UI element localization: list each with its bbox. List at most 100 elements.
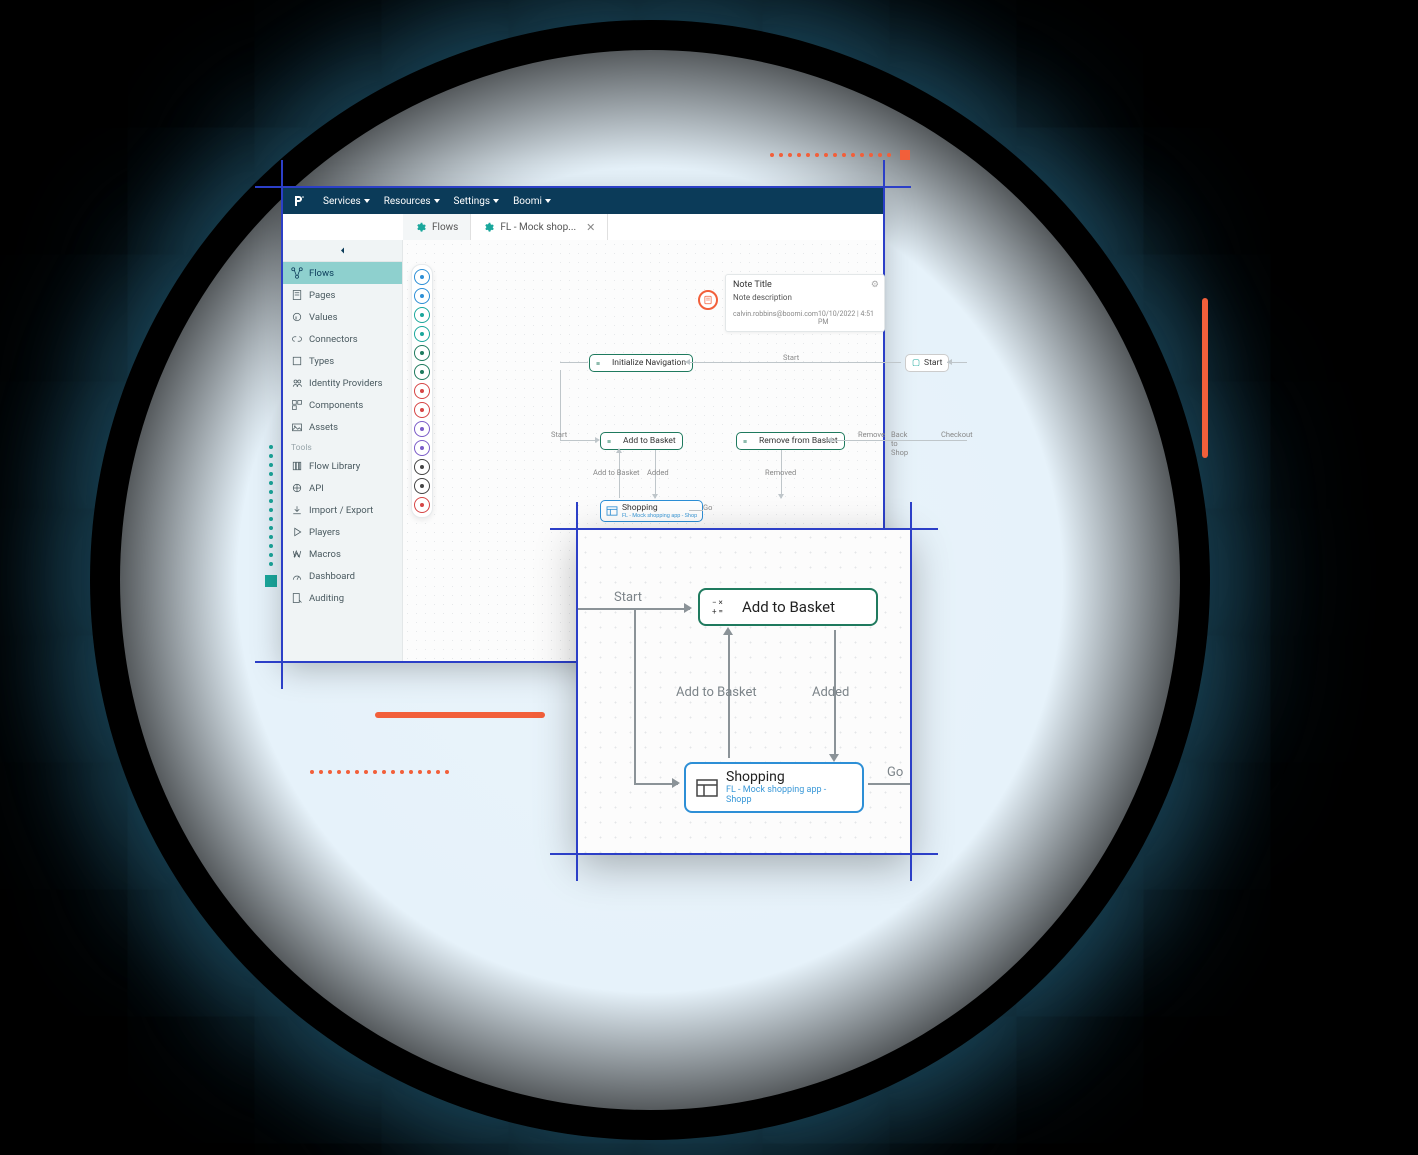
flows-icon xyxy=(291,267,303,279)
edge-label: Start xyxy=(783,353,799,362)
palette-shape-button[interactable] xyxy=(414,383,430,399)
palette-shape-button[interactable] xyxy=(414,459,430,475)
sidebar-item-api[interactable]: API xyxy=(283,477,402,499)
note-title: Note Title xyxy=(733,280,877,290)
node-label: Add to Basket xyxy=(623,436,676,446)
palette-shape-button[interactable] xyxy=(414,307,430,323)
auditing-icon xyxy=(291,592,303,604)
palette-shape-button[interactable] xyxy=(414,345,430,361)
sidebar: Flows Pages x Values Connectors Types Identity… xyxy=(283,240,403,661)
node-start[interactable]: ▢ Start xyxy=(905,354,949,372)
node-initialize-navigation[interactable]: ≡ Initialize Navigation xyxy=(589,354,693,372)
note-description: Note description xyxy=(733,293,877,302)
edge-label: Back to Shop xyxy=(891,430,908,457)
palette-shape-button[interactable] xyxy=(414,421,430,437)
note-card[interactable]: ⚙ Note Title Note description calvin.rob… xyxy=(725,274,885,332)
edge-label: Removed xyxy=(765,468,796,477)
nav-boomi[interactable]: Boomi xyxy=(513,196,551,207)
nav-resources[interactable]: Resources xyxy=(384,196,440,207)
sidebar-item-label: Types xyxy=(309,356,334,367)
nav-label: Services xyxy=(323,196,361,207)
sidebar-item-values[interactable]: x Values xyxy=(283,306,402,328)
sidebar-item-players[interactable]: Players xyxy=(283,521,402,543)
arrowhead-icon xyxy=(652,494,658,499)
sidebar-item-dashboard[interactable]: Dashboard xyxy=(283,565,402,587)
nav-services[interactable]: Services xyxy=(323,196,370,207)
sidebar-item-import-export[interactable]: Import / Export xyxy=(283,499,402,521)
node-label: Remove from Basket xyxy=(759,436,838,446)
sidebar-item-flow-library[interactable]: Flow Library xyxy=(283,455,402,477)
node-shopping[interactable]: Shopping FL - Mock shopping app - Shop xyxy=(600,500,703,522)
identity-icon xyxy=(291,377,303,389)
edge-label: Add to Basket xyxy=(676,685,757,700)
sidebar-item-label: Assets xyxy=(309,422,338,433)
nav-label: Resources xyxy=(384,196,431,207)
nav-settings[interactable]: Settings xyxy=(454,196,500,207)
dashboard-icon xyxy=(291,570,303,582)
svg-text:x: x xyxy=(295,315,298,321)
sidebar-item-types[interactable]: Types xyxy=(283,350,402,372)
palette-shape-button[interactable] xyxy=(414,269,430,285)
svg-text:≡: ≡ xyxy=(596,360,600,368)
svg-text:+ =: + = xyxy=(712,607,723,616)
sidebar-item-label: Macros xyxy=(309,549,341,560)
sidebar-item-label: Components xyxy=(309,400,363,411)
node-label: Shopping xyxy=(622,503,697,513)
accent-line xyxy=(1202,298,1208,458)
tab-current-flow[interactable]: FL - Mock shop... ✕ xyxy=(471,214,608,240)
svg-text:≡: ≡ xyxy=(607,438,611,446)
sidebar-item-pages[interactable]: Pages xyxy=(283,284,402,306)
shape-palette xyxy=(411,264,433,518)
sidebar-item-connectors[interactable]: Connectors xyxy=(283,328,402,350)
nav-label: Settings xyxy=(454,196,491,207)
gear-icon xyxy=(483,222,494,233)
node-shopping[interactable]: Shopping FL - Mock shopping app - Shopp xyxy=(684,762,864,813)
sidebar-item-label: Connectors xyxy=(309,334,358,345)
collapse-sidebar-button[interactable] xyxy=(283,240,402,262)
sidebar-item-label: Dashboard xyxy=(309,571,355,582)
gear-icon[interactable]: ⚙ xyxy=(871,280,879,290)
node-add-to-basket[interactable]: − ×+ = Add to Basket xyxy=(698,588,878,626)
sidebar-item-identity-providers[interactable]: Identity Providers xyxy=(283,372,402,394)
importexport-icon xyxy=(291,504,303,516)
sidebar-item-label: Flow Library xyxy=(309,461,360,472)
chat-icon: ▢ xyxy=(912,358,920,368)
edge-label: Checkout xyxy=(941,430,973,439)
palette-shape-button[interactable] xyxy=(414,288,430,304)
gear-icon xyxy=(415,222,426,233)
sidebar-item-label: Values xyxy=(309,312,338,323)
palette-shape-button[interactable] xyxy=(414,497,430,513)
arrowhead-icon xyxy=(778,494,784,499)
close-icon[interactable]: ✕ xyxy=(586,221,595,234)
sidebar-item-auditing[interactable]: Auditing xyxy=(283,587,402,609)
edge-label: Go xyxy=(703,503,712,512)
edge-label: Added xyxy=(647,468,669,477)
edge-label: Go xyxy=(887,765,903,780)
arrowhead-icon xyxy=(616,448,622,453)
sidebar-item-label: Flows xyxy=(309,268,334,279)
edge-label: Start xyxy=(551,430,567,439)
tab-strip: Flows FL - Mock shop... ✕ xyxy=(283,214,883,240)
operator-icon: ≡ xyxy=(607,436,619,446)
sidebar-section-tools: Tools xyxy=(283,438,402,455)
edge-label: Remove xyxy=(858,430,885,439)
arrowhead-icon xyxy=(595,437,600,443)
palette-shape-button[interactable] xyxy=(414,364,430,380)
brand-logo[interactable] xyxy=(289,191,309,211)
arrowhead-icon xyxy=(947,359,952,365)
sidebar-item-macros[interactable]: Macros xyxy=(283,543,402,565)
palette-shape-button[interactable] xyxy=(414,326,430,342)
chevron-down-icon xyxy=(493,199,499,203)
sidebar-item-components[interactable]: Components xyxy=(283,394,402,416)
sidebar-item-assets[interactable]: Assets xyxy=(283,416,402,438)
node-add-to-basket[interactable]: ≡ Add to Basket xyxy=(600,432,683,450)
operator-icon: ≡ xyxy=(596,358,608,368)
sidebar-item-flows[interactable]: Flows xyxy=(283,262,402,284)
values-icon: x xyxy=(291,311,303,323)
palette-shape-button[interactable] xyxy=(414,440,430,456)
note-marker-icon[interactable] xyxy=(698,290,718,310)
tab-flows[interactable]: Flows xyxy=(403,214,471,240)
palette-shape-button[interactable] xyxy=(414,478,430,494)
palette-shape-button[interactable] xyxy=(414,402,430,418)
edge xyxy=(560,362,588,363)
